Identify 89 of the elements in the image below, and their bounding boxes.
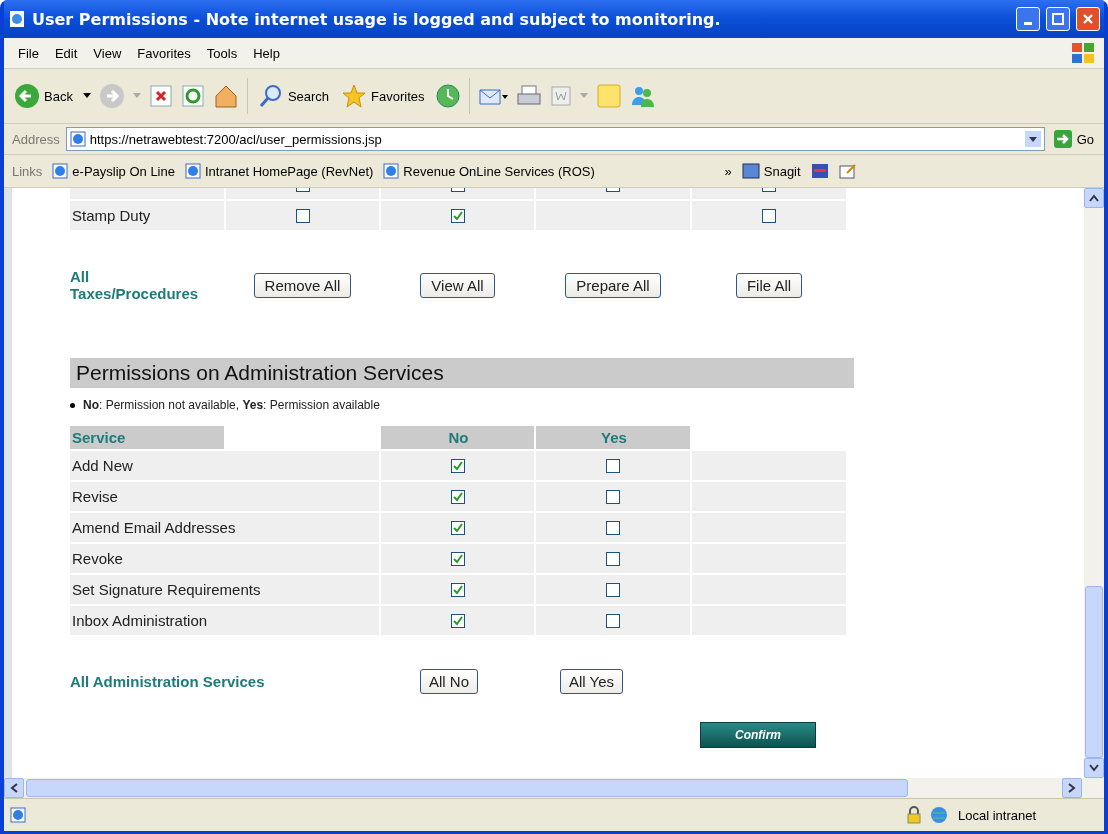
home-icon[interactable]	[212, 83, 239, 109]
ie-page-icon	[52, 163, 69, 179]
link-item[interactable]: Revenue OnLine Services (ROS)	[383, 163, 595, 179]
checkbox[interactable]	[606, 489, 620, 504]
table-cell: Revoke	[70, 544, 379, 573]
close-icon	[1082, 13, 1094, 25]
all-taxes-label: All Taxes/Procedures	[70, 268, 200, 302]
legend-text: No: Permission not available, Yes: Permission available	[83, 398, 380, 412]
menu-item[interactable]: Help	[247, 43, 286, 63]
section-heading: Permissions on Administration Services	[70, 358, 854, 388]
checkbox[interactable]	[450, 458, 465, 473]
ie-page-icon	[185, 163, 201, 179]
table-cell: Revise	[70, 482, 379, 511]
search-button[interactable]: Search	[255, 81, 332, 111]
checkbox[interactable]	[295, 208, 310, 223]
bulk-action-button[interactable]: Prepare All	[565, 272, 661, 298]
maximize-icon	[1052, 13, 1064, 25]
bulk-action-button[interactable]: File All	[735, 272, 803, 298]
link-item[interactable]: Intranet HomePage (RevNet)	[185, 163, 374, 179]
snagit-button[interactable]: Snagit	[741, 163, 801, 179]
maximize-button[interactable]	[1046, 7, 1070, 31]
checkbox[interactable]	[450, 551, 465, 566]
window-title: User Permissions - Note internet usage is logged and subject to monitoring.	[32, 9, 722, 29]
confirm-button[interactable]: Confirm	[700, 722, 816, 748]
go-button[interactable]: Go	[1050, 127, 1096, 151]
menu-item[interactable]: File	[12, 43, 45, 63]
history-icon[interactable]	[434, 83, 461, 109]
page-status-icon	[10, 807, 26, 823]
capture-icon[interactable]	[810, 163, 829, 179]
star-icon	[341, 83, 368, 109]
checkbox[interactable]	[450, 520, 465, 535]
stop-icon[interactable]	[148, 84, 173, 108]
table-cell: Set Signature Requirements	[70, 575, 379, 604]
windows-logo-icon	[1070, 41, 1096, 65]
scrollbar-thumb[interactable]	[26, 779, 908, 797]
all-no-button[interactable]: All No	[420, 669, 478, 694]
checkbox[interactable]	[450, 208, 465, 223]
menu-item[interactable]: Favorites	[131, 43, 197, 63]
checkbox[interactable]	[606, 582, 620, 597]
edit-icon[interactable]	[838, 163, 857, 179]
scroll-up-button[interactable]	[1084, 188, 1104, 208]
scroll-down-button[interactable]	[1084, 758, 1104, 778]
column-header: Yes	[536, 426, 690, 449]
snagit-icon	[741, 163, 760, 179]
links-label: Links	[12, 163, 43, 179]
checkbox[interactable]	[606, 551, 620, 566]
address-field[interactable]: https://netrawebtest:7200/acl/user_permissions.jsp	[65, 127, 1045, 151]
checkbox[interactable]	[450, 582, 465, 597]
close-button[interactable]	[1076, 7, 1100, 31]
lock-icon	[906, 806, 922, 824]
all-yes-button[interactable]: All Yes	[560, 669, 624, 694]
checkbox[interactable]	[606, 520, 620, 535]
ie-page-icon	[383, 163, 400, 179]
checkbox[interactable]	[606, 613, 620, 628]
column-header: No	[381, 426, 534, 449]
refresh-icon[interactable]	[180, 84, 205, 108]
ie-page-icon	[69, 131, 86, 147]
address-label: Address	[12, 131, 60, 147]
page-icon	[8, 10, 26, 28]
back-button[interactable]: Back	[12, 81, 75, 111]
zone-label: Local intranet	[958, 807, 1038, 823]
column-header: Service	[70, 426, 224, 449]
menu-item[interactable]: View	[87, 43, 128, 63]
link-item[interactable]: e-Payslip On Line	[52, 163, 175, 179]
menu-item[interactable]: Edit	[48, 43, 84, 63]
favorites-button[interactable]: Favorites	[339, 81, 427, 111]
checkbox[interactable]	[762, 208, 776, 223]
bulk-action-button[interactable]: View All	[420, 272, 495, 298]
all-services-label: All Administration Services	[70, 673, 266, 690]
more-links-chevron[interactable]: »	[724, 163, 732, 179]
minimize-icon	[1024, 21, 1032, 25]
bulk-action-button[interactable]: Remove All	[253, 272, 352, 298]
table-cell: Stamp Duty	[70, 201, 224, 230]
menu-item[interactable]: Tools	[200, 43, 244, 63]
printer-icon[interactable]	[515, 84, 542, 108]
scroll-left-button[interactable]	[4, 778, 24, 798]
table-cell: Inbox Administration	[70, 606, 379, 635]
search-icon	[257, 83, 284, 109]
globe-icon	[930, 806, 950, 824]
scroll-right-button[interactable]	[1062, 778, 1082, 798]
dropdown-arrow-icon[interactable]	[82, 93, 91, 99]
table-cell: Add New	[70, 451, 379, 480]
checkbox[interactable]	[450, 489, 465, 504]
table-cell: Amend Email Addresses	[70, 513, 379, 542]
scrollbar-thumb[interactable]	[1085, 586, 1103, 758]
minimize-button[interactable]	[1016, 7, 1040, 31]
checkbox[interactable]	[450, 613, 465, 628]
bullet-icon	[70, 402, 75, 408]
checkbox[interactable]	[606, 458, 620, 473]
